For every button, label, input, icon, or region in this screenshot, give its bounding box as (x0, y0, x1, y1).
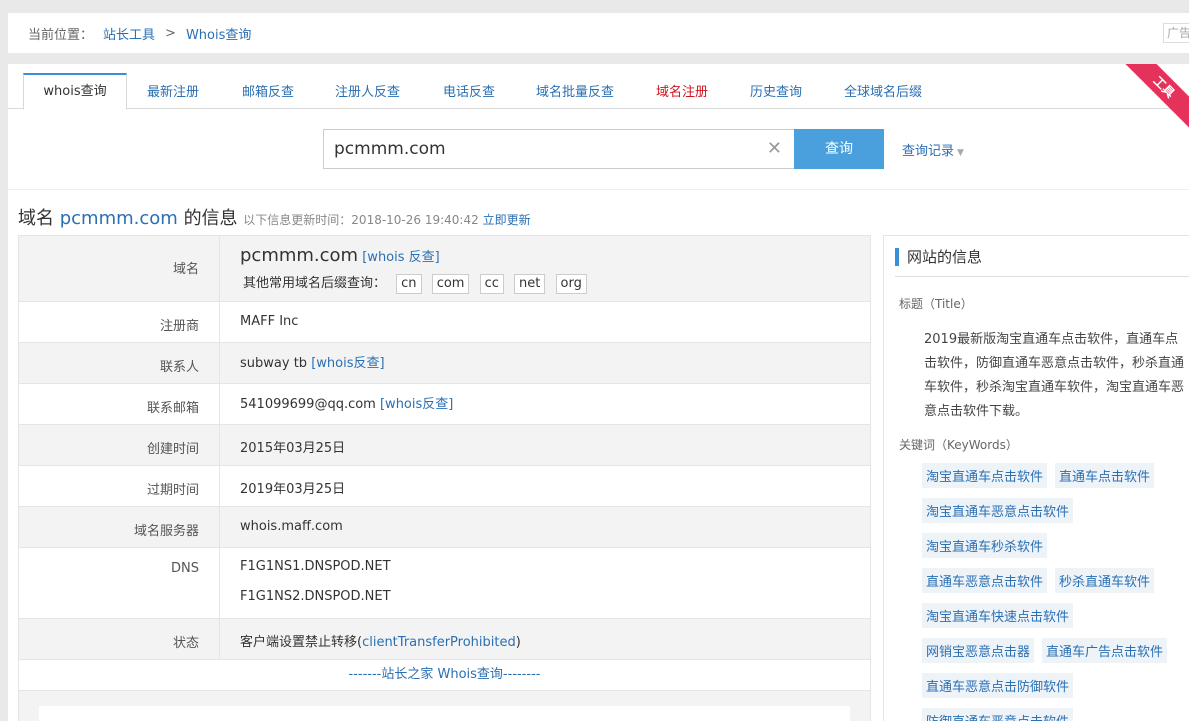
caret-down-icon: ▼ (957, 148, 964, 158)
table-row-domain: 域名 pcmmm.com [whois 反查] 其他常用域名后缀查询： cn c… (19, 236, 870, 302)
clear-icon[interactable]: ✕ (767, 138, 782, 159)
divider (8, 189, 1189, 190)
breadcrumb-prefix: 当前位置： (28, 27, 94, 43)
created-value: 2015年03月25日 (240, 441, 346, 456)
domain-whois-reverse-link[interactable]: [whois 反查] (362, 250, 440, 265)
domain-value: pcmmm.com (240, 245, 359, 266)
breadcrumb-tools-link[interactable]: 站长工具 (103, 24, 155, 43)
row-label: 联系邮箱 (19, 384, 220, 424)
breadcrumb: 当前位置： 站长工具 > Whois查询 广告 (8, 13, 1189, 53)
registrar-value: MAFF Inc (240, 314, 299, 329)
suffix-com[interactable]: com (431, 274, 470, 294)
email-whois-reverse-link[interactable]: [whois反查] (380, 397, 453, 412)
table-row-contact: 联系人 subway tb [whois反查] (19, 343, 870, 384)
keyword-item[interactable]: 淘宝直通车恶意点击软件 (922, 498, 1074, 523)
suffix-org[interactable]: org (555, 274, 587, 294)
keyword-item[interactable]: 淘宝直通车快速点击软件 (922, 603, 1074, 628)
tab-history[interactable]: 历史查询 (750, 81, 802, 100)
dns-value-2: F1G1NS2.DNSPOD.NET (240, 589, 391, 604)
table-row-expires: 过期时间 2019年03月25日 (19, 466, 870, 507)
row-value: F1G1NS1.DNSPOD.NET F1G1NS2.DNSPOD.NET (220, 548, 870, 618)
suffix-list: 其他常用域名后缀查询： cn com cc net org (243, 272, 870, 294)
table-row-dns: DNS F1G1NS1.DNSPOD.NET F1G1NS2.DNSPOD.NE… (19, 548, 870, 619)
server-value: whois.maff.com (240, 519, 343, 534)
row-value: subway tb [whois反查] (220, 343, 870, 383)
contact-value: subway tb (240, 356, 308, 371)
suffix-net[interactable]: net (514, 274, 546, 294)
tab-registrant-reverse[interactable]: 注册人反查 (335, 81, 400, 100)
keyword-item[interactable]: 直通车恶意点击防御软件 (922, 673, 1074, 698)
row-label: 域名 (19, 236, 220, 301)
heading-domain: pcmmm.com (59, 208, 178, 229)
search-box: ✕ (323, 129, 795, 169)
ad-label[interactable]: 广告 (1163, 23, 1189, 43)
tab-latest-registered[interactable]: 最新注册 (147, 81, 199, 100)
keyword-item[interactable]: 直通车点击软件 (1055, 463, 1155, 488)
tab-global-suffix[interactable]: 全球域名后缀 (844, 81, 922, 100)
main-panel: whois查询 最新注册 邮箱反查 注册人反查 电话反查 域名批量反查 域名注册… (8, 64, 1189, 721)
footer-box (19, 691, 870, 721)
tab-batch-reverse[interactable]: 域名批量反查 (536, 81, 614, 100)
side-title: 网站的信息 (895, 248, 1189, 266)
row-label: 过期时间 (19, 466, 220, 506)
email-value: 541099699@qq.com (240, 397, 376, 412)
status-close: ) (515, 635, 521, 650)
update-info: 以下信息更新时间：2018-10-26 19:40:42 立即更新 (243, 213, 530, 227)
expires-value: 2019年03月25日 (240, 482, 346, 497)
keyword-item[interactable]: 直通车恶意点击软件 (922, 568, 1048, 593)
side-divider (895, 276, 1189, 277)
dns-value-1: F1G1NS1.DNSPOD.NET (240, 559, 391, 574)
search-button[interactable]: 查询 (794, 129, 884, 169)
row-label: 创建时间 (19, 425, 220, 465)
keyword-item[interactable]: 网销宝恶意点击器 (922, 638, 1035, 663)
tab-domain-register[interactable]: 域名注册 (656, 81, 708, 100)
row-label: 域名服务器 (19, 507, 220, 547)
update-now-link[interactable]: 立即更新 (483, 213, 531, 227)
tab-phone-reverse[interactable]: 电话反查 (443, 81, 495, 100)
row-value: 541099699@qq.com [whois反查] (220, 384, 870, 424)
table-row-server: 域名服务器 whois.maff.com (19, 507, 870, 548)
row-label: DNS (19, 548, 220, 618)
status-code-link[interactable]: clientTransferProhibited (362, 635, 516, 650)
row-value: 客户端设置禁止转移(clientTransferProhibited) (220, 619, 870, 659)
row-value: pcmmm.com [whois 反查] 其他常用域名后缀查询： cn com … (220, 236, 870, 301)
tab-email-reverse[interactable]: 邮箱反查 (242, 81, 294, 100)
suffix-label: 其他常用域名后缀查询： (243, 276, 387, 291)
keyword-item[interactable]: 淘宝直通车秒杀软件 (922, 533, 1048, 558)
tab-whois[interactable]: whois查询 (23, 73, 127, 110)
suffix-cc[interactable]: cc (479, 274, 504, 294)
contact-whois-reverse-link[interactable]: [whois反查] (311, 356, 384, 371)
row-label: 联系人 (19, 343, 220, 383)
row-label: 注册商 (19, 302, 220, 342)
table-row-email: 联系邮箱 541099699@qq.com [whois反查] (19, 384, 870, 425)
keyword-item[interactable]: 淘宝直通车点击软件 (922, 463, 1048, 488)
query-history-label: 查询记录 (902, 144, 955, 159)
table-row-registrar: 注册商 MAFF Inc (19, 302, 870, 343)
query-history-dropdown[interactable]: 查询记录 ▼ (902, 140, 964, 159)
table-footer: -------站长之家 Whois查询-------- (19, 660, 870, 691)
tab-bar: whois查询 最新注册 邮箱反查 注册人反查 电话反查 域名批量反查 域名注册… (8, 64, 1189, 110)
heading-suffix: 的信息 (183, 208, 238, 229)
side-keywords-label: 关键词（KeyWords） (899, 438, 1018, 452)
side-title-text: 2019最新版淘宝直通车点击软件，直通车点击软件，防御直通车恶意点击软件，秒杀直… (924, 332, 1185, 419)
breadcrumb-separator: > (165, 25, 176, 41)
keyword-list: 淘宝直通车点击软件 直通车点击软件 淘宝直通车恶意点击软件 淘宝直通车秒杀软件 直… (922, 463, 1189, 721)
keyword-item[interactable]: 秒杀直通车软件 (1055, 568, 1155, 593)
table-row-created: 创建时间 2015年03月25日 (19, 425, 870, 466)
domain-search-input[interactable] (324, 130, 744, 168)
site-info-panel: 网站的信息 标题（Title） 2019最新版淘宝直通车点击软件，直通车点击软件… (883, 235, 1189, 721)
info-heading: 域名 pcmmm.com 的信息 以下信息更新时间：2018-10-26 19:… (18, 204, 531, 230)
heading-prefix: 域名 (18, 208, 54, 229)
row-label: 状态 (19, 619, 220, 659)
whois-table: 域名 pcmmm.com [whois 反查] 其他常用域名后缀查询： cn c… (18, 235, 871, 721)
keyword-item[interactable]: 直通车广告点击软件 (1042, 638, 1168, 663)
breadcrumb-whois-link[interactable]: Whois查询 (186, 24, 251, 43)
update-time: 以下信息更新时间：2018-10-26 19:40:42 (243, 213, 479, 227)
table-row-status: 状态 客户端设置禁止转移(clientTransferProhibited) (19, 619, 870, 660)
status-value: 客户端设置禁止转移( (240, 635, 363, 650)
keyword-item[interactable]: 防御直通车恶意点击软件 (922, 708, 1074, 721)
side-title-label: 标题（Title） (899, 297, 973, 311)
suffix-cn[interactable]: cn (396, 274, 422, 294)
footer-inner (39, 706, 850, 721)
